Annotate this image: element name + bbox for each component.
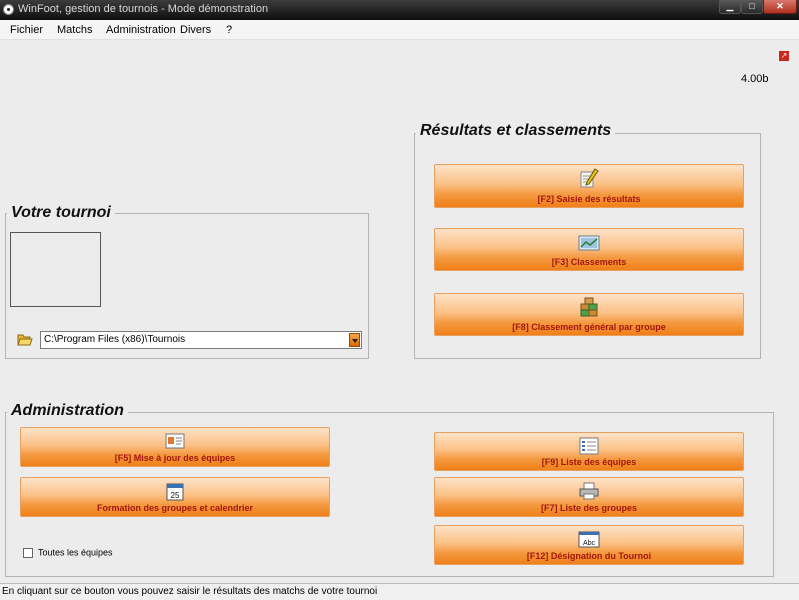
tournament-logo[interactable]	[10, 232, 101, 307]
designation-tournoi-label: [F12] Désignation du Tournoi	[526, 551, 652, 561]
saisie-resultats-button[interactable]: [F2] Saisie des résultats	[434, 164, 744, 208]
menu-matchs[interactable]: Matchs	[57, 24, 92, 36]
svg-text:Abc: Abc	[583, 540, 596, 547]
liste-groupes-button[interactable]: [F7] Liste des groupes	[434, 477, 744, 517]
checkbox-box[interactable]	[23, 547, 33, 558]
formation-groupes-button[interactable]: 25 Formation des groupes et calendrier	[20, 477, 330, 517]
version-label: 4.00b	[741, 73, 769, 85]
status-bar: En cliquant sur ce bouton vous pouvez sa…	[0, 583, 799, 600]
liste-groupes-label: [F7] Liste des groupes	[540, 503, 638, 513]
menu-fichier[interactable]: Fichier	[10, 24, 43, 36]
window-title: WinFoot, gestion de tournois - Mode démo…	[18, 3, 269, 15]
classement-general-label: [F8] Classement général par groupe	[512, 322, 666, 332]
admin-section-title: Administration	[7, 402, 128, 420]
soccer-ball-icon	[3, 4, 14, 15]
stacked-boxes-icon	[580, 297, 598, 317]
printer-icon	[579, 482, 599, 500]
minimize-icon: ▁	[726, 1, 734, 11]
status-text: En cliquant sur ce bouton vous pouvez sa…	[2, 586, 378, 597]
classements-button[interactable]: [F3] Classements	[434, 228, 744, 271]
saisie-resultats-label: [F2] Saisie des résultats	[537, 194, 641, 204]
results-section-title: Résultats et classements	[416, 122, 616, 140]
menu-bar: Fichier Matchs Administration Divers ?	[0, 20, 799, 40]
menu-divers[interactable]: Divers	[180, 24, 211, 36]
tournament-path-value: C:\Program Files (x86)\Tournois	[44, 334, 186, 345]
chart-image-icon	[578, 235, 600, 251]
menu-administration[interactable]: Administration	[106, 24, 176, 36]
calendar-icon: 25	[166, 483, 184, 501]
toutes-equipes-label: Toutes les équipes	[38, 547, 113, 558]
close-icon: ✕	[776, 1, 784, 11]
menu-help[interactable]: ?	[226, 24, 232, 36]
team-card-icon	[165, 433, 185, 449]
liste-equipes-button[interactable]: [F9] Liste des équipes	[434, 432, 744, 471]
abc-icon: Abc	[578, 531, 600, 548]
chevron-down-icon[interactable]	[349, 333, 360, 347]
mise-a-jour-equipes-button[interactable]: [F5] Mise à jour des équipes	[20, 427, 330, 467]
liste-equipes-label: [F9] Liste des équipes	[541, 457, 637, 467]
close-button[interactable]: ✕	[763, 0, 797, 14]
tournament-path-select[interactable]: C:\Program Files (x86)\Tournois	[40, 331, 362, 349]
edit-pencil-icon	[580, 168, 599, 188]
tournament-section-title: Votre tournoi	[7, 204, 115, 222]
maximize-button[interactable]: □	[741, 0, 763, 14]
svg-text:25: 25	[171, 491, 180, 500]
external-link-icon[interactable]: ↗	[779, 51, 789, 61]
classement-general-button[interactable]: [F8] Classement général par groupe	[434, 293, 744, 336]
open-folder-icon[interactable]	[17, 333, 33, 346]
designation-tournoi-button[interactable]: Abc [F12] Désignation du Tournoi	[434, 525, 744, 565]
toutes-equipes-checkbox[interactable]: Toutes les équipes	[23, 547, 113, 558]
maximize-icon: □	[749, 1, 755, 11]
list-icon	[579, 437, 599, 455]
formation-groupes-label: Formation des groupes et calendrier	[96, 503, 254, 513]
mise-a-jour-equipes-label: [F5] Mise à jour des équipes	[114, 453, 236, 463]
classements-label: [F3] Classements	[551, 257, 627, 267]
minimize-button[interactable]: ▁	[719, 0, 741, 14]
window-titlebar[interactable]: WinFoot, gestion de tournois - Mode démo…	[0, 0, 799, 20]
